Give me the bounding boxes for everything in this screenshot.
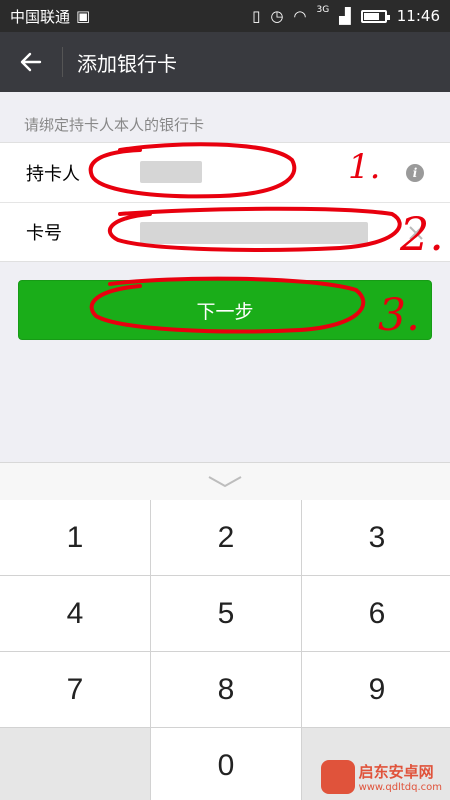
clock: 11:46 (396, 7, 440, 25)
network-type: 3G (316, 5, 330, 15)
wifi-icon: ◠ (293, 6, 307, 25)
key-8[interactable]: 8 (151, 652, 301, 727)
watermark-name: 启东安卓网 (358, 763, 434, 781)
carrier-name: 中国联通 (10, 7, 71, 26)
holder-value-blurred (140, 161, 202, 183)
page-title: 添加银行卡 (77, 51, 177, 76)
holder-label: 持卡人 (26, 163, 80, 185)
battery-fill (363, 12, 380, 20)
chevron-down-icon (208, 475, 242, 487)
image-icon: ▣ (76, 6, 91, 25)
key-4[interactable]: 4 (0, 576, 150, 651)
card-label: 卡号 (26, 223, 62, 244)
vibrate-icon: ▯ (252, 6, 261, 25)
status-left: 中国联通 ▣ (10, 6, 90, 27)
clear-icon[interactable] (408, 225, 424, 241)
key-7[interactable]: 7 (0, 652, 150, 727)
next-step-button[interactable]: 下一步 (18, 280, 432, 340)
info-icon[interactable]: i (406, 163, 424, 182)
card-form: 持卡人 i 卡号 (0, 142, 450, 262)
status-bar: 中国联通 ▣ ▯ ◷ ◠ 3G ▟ 11:46 (0, 0, 450, 32)
keyboard-collapse-handle[interactable] (0, 462, 450, 500)
key-3[interactable]: 3 (302, 500, 450, 575)
key-2[interactable]: 2 (151, 500, 301, 575)
status-right: ▯ ◷ ◠ 3G ▟ 11:46 (252, 5, 440, 25)
watermark-text: 启东安卓网 www.qdltdq.com (359, 761, 442, 793)
alarm-icon: ◷ (270, 6, 284, 25)
key-blank (0, 728, 150, 800)
key-5[interactable]: 5 (151, 576, 301, 651)
card-row: 卡号 (0, 202, 450, 261)
key-6[interactable]: 6 (302, 576, 450, 651)
key-1[interactable]: 1 (0, 500, 150, 575)
title-bar: 添加银行卡 (0, 32, 450, 92)
key-9[interactable]: 9 (302, 652, 450, 727)
holder-row: 持卡人 i (0, 143, 450, 202)
title-divider (62, 47, 63, 77)
section-hint: 请绑定持卡人本人的银行卡 (24, 116, 205, 134)
watermark-url: www.qdltdq.com (358, 782, 442, 793)
battery-icon (360, 9, 390, 23)
arrow-left-icon (20, 52, 42, 72)
numeric-keypad: 1 2 3 4 5 6 7 8 9 0 (0, 500, 450, 800)
key-0[interactable]: 0 (151, 728, 301, 800)
card-number-blurred (140, 222, 368, 244)
back-button[interactable] (0, 32, 62, 92)
watermark: 启东安卓网 www.qdltdq.com (320, 760, 442, 794)
signal-icon: ▟ (339, 6, 351, 25)
watermark-logo-icon (320, 760, 355, 794)
